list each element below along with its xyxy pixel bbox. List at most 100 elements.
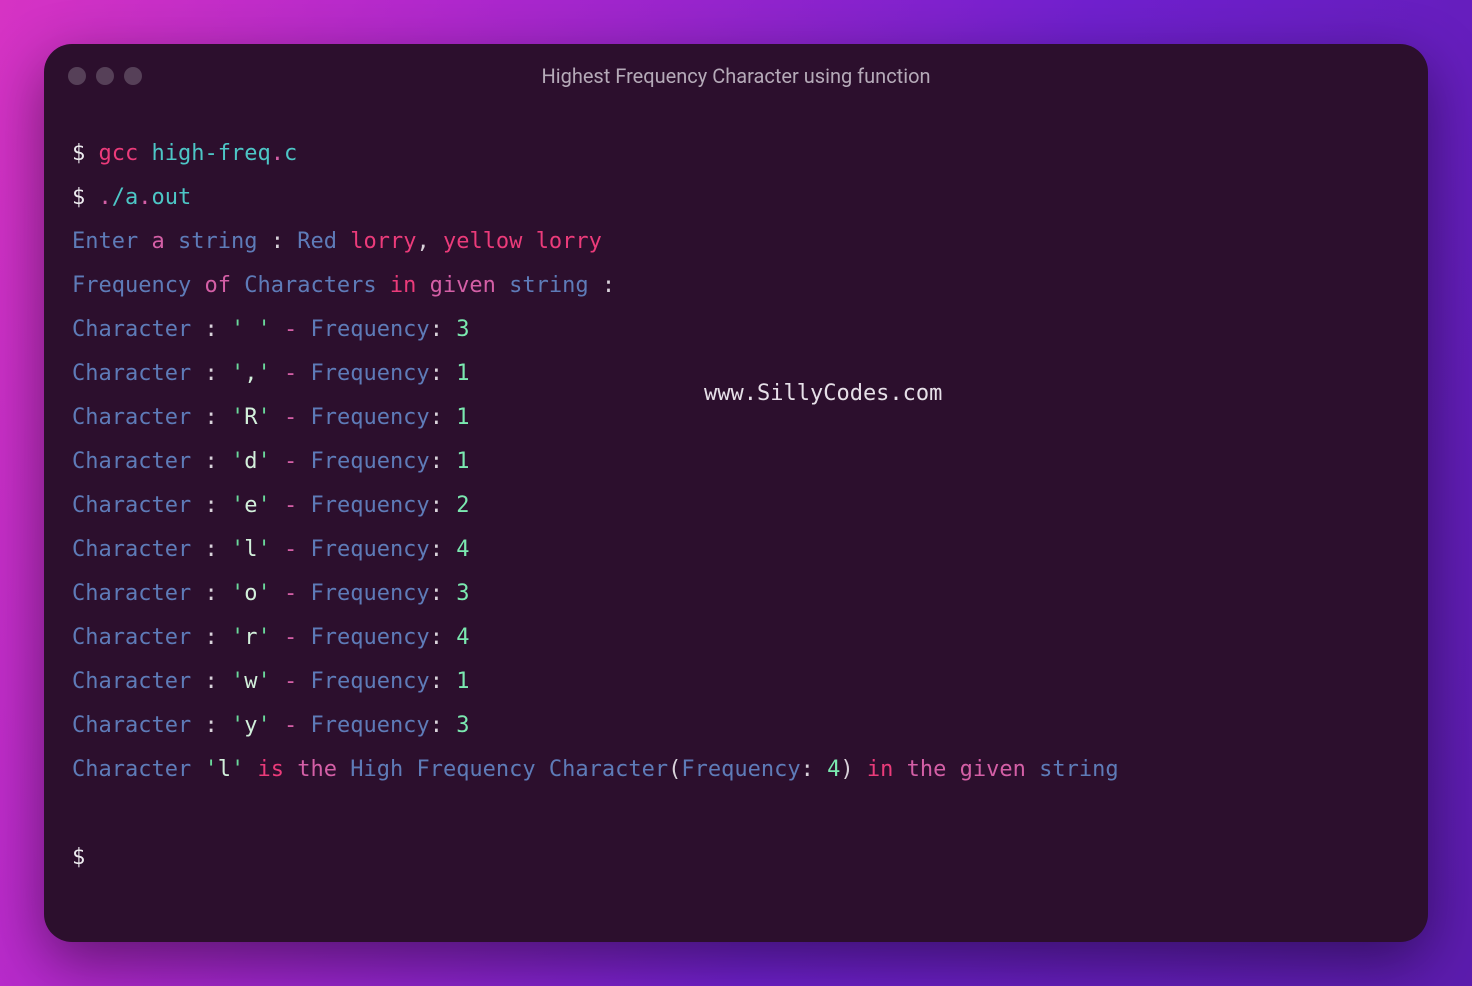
row-char: o — [244, 581, 257, 606]
row-colon2: : — [430, 493, 443, 518]
row-frequency-word: Frequency — [310, 317, 429, 342]
frequency-row: Character : 'o' - Frequency: 3 — [72, 572, 1400, 616]
word-yellow: yellow — [443, 229, 522, 254]
sum-charw2: Character — [549, 757, 668, 782]
row-colon1: : — [204, 537, 217, 562]
frequency-row: Character : ' ' - Frequency: 3 — [72, 308, 1400, 352]
sum-rparen: ) — [840, 757, 853, 782]
row-count: 1 — [456, 669, 469, 694]
row-quote-close: ' — [257, 713, 270, 738]
row-quote-open: ' — [231, 317, 244, 342]
row-dash: - — [284, 317, 297, 342]
zoom-icon[interactable] — [124, 67, 142, 85]
cmd-line-2: $ ./a.out — [72, 176, 1400, 220]
sum-the2: the — [907, 757, 947, 782]
word-frequency: Frequency — [72, 273, 191, 298]
row-colon2: : — [430, 405, 443, 430]
row-character-word: Character — [72, 713, 191, 738]
row-colon1: : — [204, 493, 217, 518]
cmd2-ext: out — [152, 185, 192, 210]
row-character-word: Character — [72, 493, 191, 518]
terminal-window: Highest Frequency Character using functi… — [44, 44, 1428, 942]
row-count: 4 — [456, 537, 469, 562]
row-colon2: : — [430, 669, 443, 694]
sum-the1: the — [297, 757, 337, 782]
row-colon1: : — [204, 361, 217, 386]
blank-line — [72, 792, 1400, 836]
row-frequency-word: Frequency — [310, 625, 429, 650]
row-count: 3 — [456, 713, 469, 738]
row-frequency-word: Frequency — [310, 581, 429, 606]
prompt-symbol: $ — [72, 185, 85, 210]
sum-high: High — [350, 757, 403, 782]
row-char: d — [244, 449, 257, 474]
cmd-arg-ext: c — [284, 141, 297, 166]
sum-colon: : — [801, 757, 814, 782]
row-count: 2 — [456, 493, 469, 518]
word-string2: string — [509, 273, 588, 298]
row-quote-close: ' — [257, 625, 270, 650]
row-quote-open: ' — [231, 405, 244, 430]
cmd-arg-dot: . — [271, 141, 284, 166]
sum-high-ch: l — [218, 757, 231, 782]
word-characters: Characters — [244, 273, 376, 298]
row-quote-open: ' — [231, 669, 244, 694]
row-dash: - — [284, 625, 297, 650]
row-frequency-word: Frequency — [310, 713, 429, 738]
row-quote-close: ' — [257, 405, 270, 430]
colon2: : — [602, 273, 615, 298]
row-quote-open: ' — [231, 493, 244, 518]
sum-q1: ' — [204, 757, 217, 782]
input-prompt-line: Enter a string : Red lorry, yellow lorry — [72, 220, 1400, 264]
row-frequency-word: Frequency — [310, 361, 429, 386]
sum-given: given — [960, 757, 1026, 782]
row-quote-open: ' — [231, 625, 244, 650]
terminal-output[interactable]: www.SillyCodes.com $ gcc high-freq.c $ .… — [44, 108, 1428, 942]
word-lorry2: lorry — [536, 229, 602, 254]
row-char: w — [244, 669, 257, 694]
frequency-row: Character : 'd' - Frequency: 1 — [72, 440, 1400, 484]
sum-string: string — [1039, 757, 1118, 782]
row-quote-open: ' — [231, 361, 244, 386]
row-quote-close: ' — [257, 493, 270, 518]
window-controls — [68, 67, 142, 85]
trailing-prompt: $ — [72, 836, 1400, 880]
prompt-symbol: $ — [72, 141, 85, 166]
row-char: R — [244, 405, 257, 430]
cmd2-dot2: . — [138, 185, 151, 210]
row-quote-close: ' — [257, 361, 270, 386]
frequency-row: Character : 'y' - Frequency: 3 — [72, 704, 1400, 748]
frequency-row: Character : 'r' - Frequency: 4 — [72, 616, 1400, 660]
row-char: r — [244, 625, 257, 650]
close-icon[interactable] — [68, 67, 86, 85]
row-character-word: Character — [72, 405, 191, 430]
window-titlebar[interactable]: Highest Frequency Character using functi… — [44, 44, 1428, 108]
row-colon2: : — [430, 537, 443, 562]
row-quote-close: ' — [257, 537, 270, 562]
sum-lparen: ( — [668, 757, 681, 782]
row-dash: - — [284, 581, 297, 606]
row-char: y — [244, 713, 257, 738]
word-a: a — [151, 229, 164, 254]
minimize-icon[interactable] — [96, 67, 114, 85]
sum-q2: ' — [231, 757, 244, 782]
row-dash: - — [284, 405, 297, 430]
row-character-word: Character — [72, 581, 191, 606]
row-quote-close: ' — [257, 449, 270, 474]
row-count: 4 — [456, 625, 469, 650]
word-enter: Enter — [72, 229, 138, 254]
row-colon2: : — [430, 361, 443, 386]
row-count: 1 — [456, 449, 469, 474]
row-count: 1 — [456, 405, 469, 430]
sum-freqw: Frequency — [416, 757, 535, 782]
row-colon2: : — [430, 449, 443, 474]
row-colon2: : — [430, 581, 443, 606]
watermark-text: www.SillyCodes.com — [704, 372, 942, 416]
row-char — [244, 317, 257, 342]
prompt-symbol: $ — [72, 845, 85, 870]
sum-character: Character — [72, 757, 191, 782]
row-dash: - — [284, 361, 297, 386]
row-character-word: Character — [72, 449, 191, 474]
row-frequency-word: Frequency — [310, 493, 429, 518]
cmd2-path: /a — [112, 185, 139, 210]
